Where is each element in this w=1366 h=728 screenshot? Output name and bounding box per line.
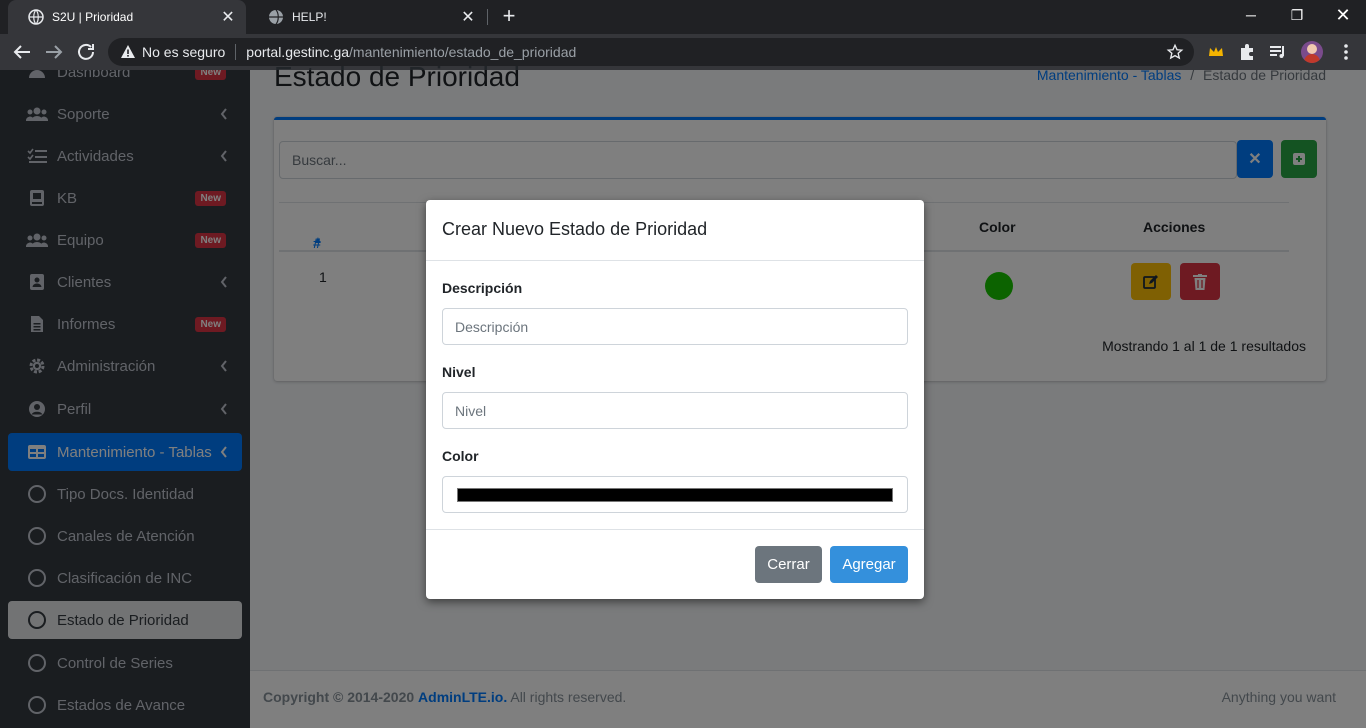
bookmark-star-icon[interactable] [1166, 43, 1184, 61]
tab-separator [487, 9, 488, 25]
globe-icon [269, 9, 283, 25]
minimize-icon[interactable]: ─ [1228, 0, 1274, 32]
globe-icon [28, 9, 44, 25]
forward-arrow-icon[interactable] [42, 40, 66, 64]
cerrar-button[interactable]: Cerrar [755, 546, 822, 583]
descripcion-label: Descripción [442, 280, 523, 296]
restore-icon[interactable]: ❐ [1274, 0, 1320, 32]
address-bar[interactable]: No es seguro portal.gestinc.ga/mantenimi… [108, 38, 1194, 66]
media-queue-icon[interactable] [1268, 42, 1288, 62]
close-icon[interactable]: ✕ [220, 7, 236, 27]
nivel-label: Nivel [442, 364, 476, 380]
modal-footer: Cerrar Agregar [426, 529, 924, 599]
puzzle-extension-icon[interactable] [1237, 42, 1257, 62]
tab-inactive[interactable]: HELP! ✕ [248, 0, 486, 34]
tab-title: S2U | Prioridad [52, 10, 134, 24]
browser-toolbar: No es seguro portal.gestinc.ga/mantenimi… [0, 34, 1366, 70]
agregar-button[interactable]: Agregar [830, 546, 908, 583]
new-tab-icon[interactable]: + [498, 5, 520, 27]
back-arrow-icon[interactable] [10, 40, 34, 64]
crown-extension-icon[interactable] [1206, 42, 1226, 62]
tab-active[interactable]: S2U | Prioridad ✕ [8, 0, 246, 34]
color-label: Color [442, 448, 479, 464]
url-path: /mantenimiento/estado_de_prioridad [349, 44, 577, 60]
security-label: No es seguro [142, 44, 226, 60]
tab-title: HELP! [292, 10, 327, 24]
create-priority-modal: Crear Nuevo Estado de Prioridad Descripc… [426, 200, 924, 599]
warning-icon [121, 45, 135, 58]
nivel-input[interactable]: Nivel [442, 392, 908, 429]
url-text: portal.gestinc.ga/mantenimiento/estado_d… [246, 44, 576, 60]
modal-title: Crear Nuevo Estado de Prioridad [442, 219, 708, 239]
omnibox-divider [235, 44, 237, 60]
close-icon[interactable]: ✕ [460, 7, 476, 27]
descripcion-input[interactable]: Descripción [442, 308, 908, 345]
kebab-menu-icon[interactable] [1336, 42, 1356, 62]
browser-tabbar: S2U | Prioridad ✕ HELP! ✕ + ─ ❐ ✕ [0, 0, 1366, 34]
close-window-icon[interactable]: ✕ [1320, 0, 1366, 32]
modal-header: Crear Nuevo Estado de Prioridad [426, 200, 924, 261]
color-picker-input[interactable] [442, 476, 908, 513]
profile-avatar[interactable] [1301, 41, 1323, 63]
reload-icon[interactable] [74, 40, 98, 64]
color-swatch [457, 488, 893, 502]
url-host: portal.gestinc.ga [246, 44, 350, 60]
